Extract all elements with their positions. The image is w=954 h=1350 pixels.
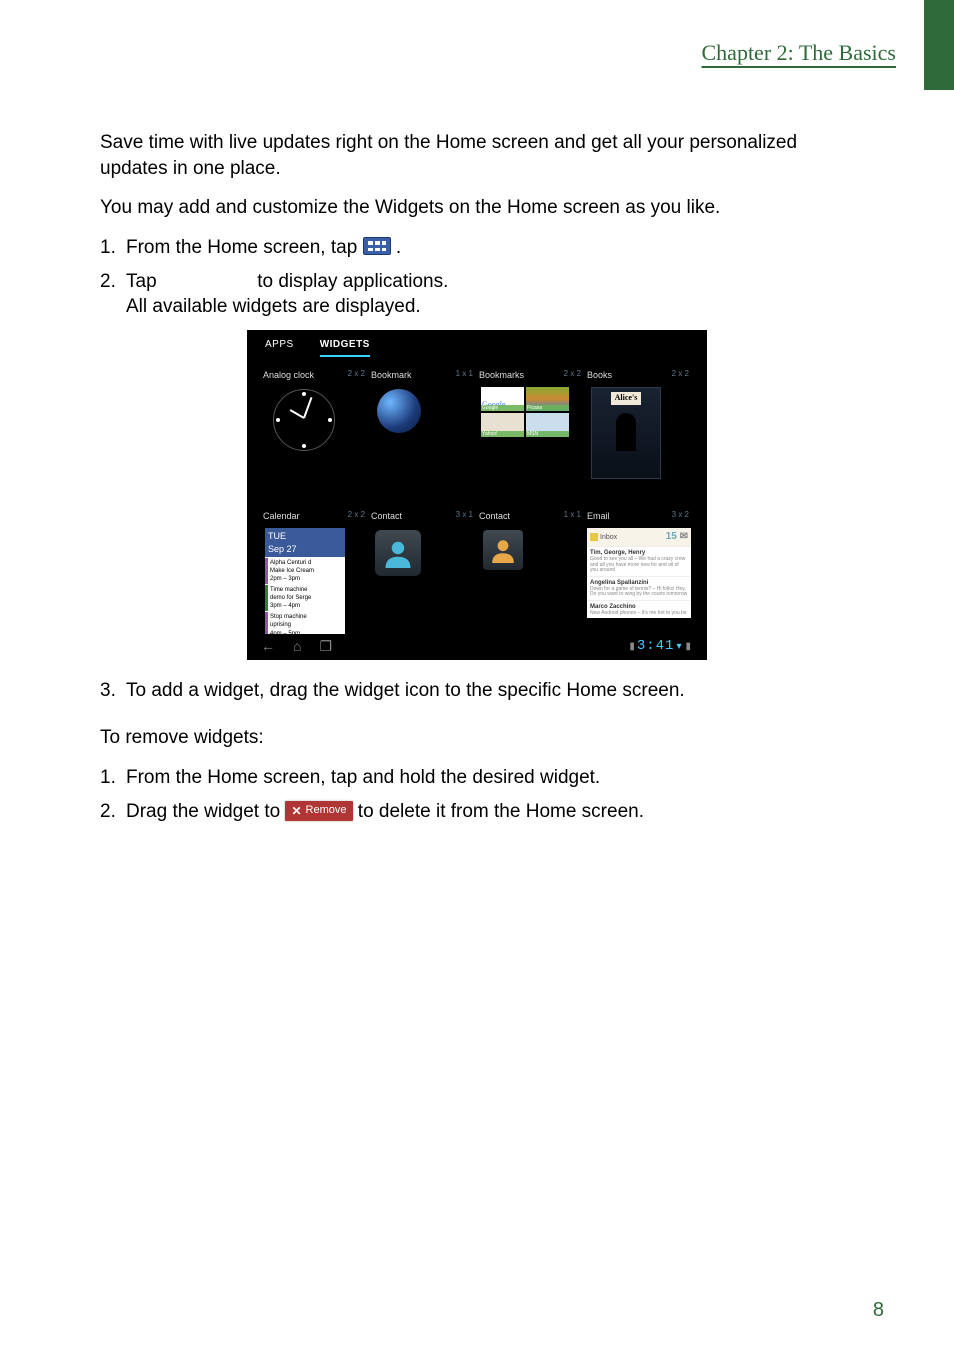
widget-contact-small[interactable]: Contact 1 x 1 bbox=[479, 510, 583, 645]
bookmark-tile-label: Yahoo! bbox=[481, 431, 524, 438]
step-2: 2. Tap to display applications. All avai… bbox=[100, 269, 854, 320]
widget-size: 2 x 2 bbox=[672, 369, 689, 380]
widget-bookmarks[interactable]: Bookmarks 2 x 2 Google Picasa Yahoo! MSN bbox=[479, 369, 583, 504]
app-drawer-icon bbox=[363, 237, 391, 255]
page-number: 8 bbox=[873, 1299, 884, 1322]
remove-step-1: 1. From the Home screen, tap and hold th… bbox=[100, 765, 854, 791]
widget-name: Contact bbox=[371, 511, 402, 521]
battery-icon: ▮ bbox=[629, 640, 635, 654]
battery-icon-2: ▮ bbox=[685, 640, 691, 654]
remove-label: Remove bbox=[306, 803, 347, 818]
step-number: 2. bbox=[100, 799, 126, 825]
contact-avatar-icon bbox=[483, 530, 523, 570]
step-number: 3. bbox=[100, 678, 126, 704]
widget-contact-large[interactable]: Contact 3 x 1 bbox=[371, 510, 475, 645]
contact-avatar-icon bbox=[375, 530, 421, 576]
bookmark-tile-label: MSN bbox=[526, 431, 569, 438]
step-1-text-post: . bbox=[396, 237, 401, 258]
remove-step-2: 2. Drag the widget to ✕ Remove to delete … bbox=[100, 799, 854, 825]
chapter-title: Chapter 2: The Basics bbox=[702, 40, 897, 66]
remove-step-2-pre: Drag the widget to bbox=[126, 801, 285, 822]
tab-apps[interactable]: APPS bbox=[265, 338, 294, 358]
step-3-text: To add a widget, drag the widget icon to… bbox=[126, 678, 854, 704]
email-subject: New Android phones – It's me hot to you … bbox=[590, 611, 688, 617]
widgets-grid: Analog clock 2 x 2 Bookmark 1 x 1 Bookma… bbox=[247, 363, 707, 645]
wifi-icon: ▾ bbox=[676, 640, 681, 654]
analog-clock-icon bbox=[273, 389, 335, 451]
widget-size: 2 x 2 bbox=[564, 369, 581, 380]
globe-icon bbox=[377, 389, 421, 433]
widget-size: 1 x 1 bbox=[564, 510, 581, 521]
bookmark-tile-label: Picasa bbox=[526, 405, 569, 412]
page-content: Save time with live updates right on the… bbox=[100, 130, 854, 832]
widget-size: 3 x 2 bbox=[672, 510, 689, 521]
close-icon: ✕ bbox=[291, 803, 301, 819]
bookmarks-grid-icon: Google Picasa Yahoo! MSN bbox=[481, 387, 569, 437]
paragraph-1: Save time with live updates right on the… bbox=[100, 130, 854, 181]
step-number: 1. bbox=[100, 235, 126, 261]
paragraph-2: You may add and customize the Widgets on… bbox=[100, 195, 854, 221]
email-subject: Good to see you all – We had a crazy cre… bbox=[590, 557, 688, 574]
widget-bookmark[interactable]: Bookmark 1 x 1 bbox=[371, 369, 475, 504]
remove-step-2-post: to delete it from the Home screen. bbox=[358, 801, 644, 822]
widget-books[interactable]: Books 2 x 2 Alice's bbox=[587, 369, 691, 504]
status-clock: 3:41 bbox=[637, 637, 675, 656]
calendar-preview: TUE Sep 27 Alpha Centuri d Make Ice Crea… bbox=[265, 528, 345, 639]
step-2-rest: to display applications. bbox=[257, 271, 448, 292]
tab-widgets[interactable]: WIDGETS bbox=[320, 338, 370, 358]
widget-analog-clock[interactable]: Analog clock 2 x 2 bbox=[263, 369, 367, 504]
back-icon[interactable]: ← bbox=[261, 637, 275, 656]
header-accent-bar bbox=[924, 0, 954, 90]
step-1: 1. From the Home screen, tap . bbox=[100, 235, 854, 261]
widget-name: Books bbox=[587, 370, 612, 380]
remove-heading: To remove widgets: bbox=[100, 725, 854, 751]
calendar-date: TUE Sep 27 bbox=[265, 528, 345, 556]
step-number: 2. bbox=[100, 269, 126, 320]
widget-name: Bookmarks bbox=[479, 370, 524, 380]
widget-name: Email bbox=[587, 511, 610, 521]
widget-calendar[interactable]: Calendar 2 x 2 TUE Sep 27 Alpha Centuri … bbox=[263, 510, 367, 645]
widget-size: 2 x 2 bbox=[348, 369, 365, 380]
widgets-screenshot: APPS WIDGETS Analog clock 2 x 2 Bookmark… bbox=[247, 330, 707, 660]
step-2-line2: All available widgets are displayed. bbox=[126, 296, 421, 317]
calendar-event: Time machine demo for Serge 3pm – 4pm bbox=[265, 585, 345, 611]
drawer-tabs: APPS WIDGETS bbox=[247, 330, 707, 364]
widget-size: 2 x 2 bbox=[348, 510, 365, 521]
system-navbar: ← ⌂ ❐ ▮ 3:41 ▾ ▮ bbox=[247, 634, 707, 660]
widget-name: Contact bbox=[479, 511, 510, 521]
bookmark-tile-label: Google bbox=[481, 405, 524, 412]
home-icon[interactable]: ⌂ bbox=[293, 637, 301, 656]
step-number: 1. bbox=[100, 765, 126, 791]
email-subject: Down for a game of tennis? – Hi folks! H… bbox=[590, 587, 688, 598]
recent-apps-icon[interactable]: ❐ bbox=[319, 637, 332, 656]
step-1-text-pre: From the Home screen, tap bbox=[126, 237, 363, 258]
email-preview: Inbox 15 ✉ Tim, George, HenryGood to see… bbox=[587, 528, 691, 618]
remove-button[interactable]: ✕ Remove bbox=[285, 801, 352, 821]
widget-name: Analog clock bbox=[263, 370, 314, 380]
remove-step-1-text: From the Home screen, tap and hold the d… bbox=[126, 765, 854, 791]
email-inbox-label: Inbox bbox=[600, 533, 617, 542]
step-2-tap: Tap bbox=[126, 271, 157, 292]
book-title: Alice's bbox=[611, 392, 642, 405]
widget-email[interactable]: Email 3 x 2 Inbox 15 ✉ Tim, George, Henr… bbox=[587, 510, 691, 645]
book-cover-icon: Alice's bbox=[591, 387, 661, 479]
widget-size: 1 x 1 bbox=[456, 369, 473, 380]
widget-name: Bookmark bbox=[371, 370, 412, 380]
email-count: 15 bbox=[666, 531, 677, 542]
calendar-event: Alpha Centuri d Make Ice Cream 2pm – 3pm bbox=[265, 558, 345, 584]
widget-name: Calendar bbox=[263, 511, 300, 521]
widget-size: 3 x 1 bbox=[456, 510, 473, 521]
step-3: 3. To add a widget, drag the widget icon… bbox=[100, 678, 854, 704]
